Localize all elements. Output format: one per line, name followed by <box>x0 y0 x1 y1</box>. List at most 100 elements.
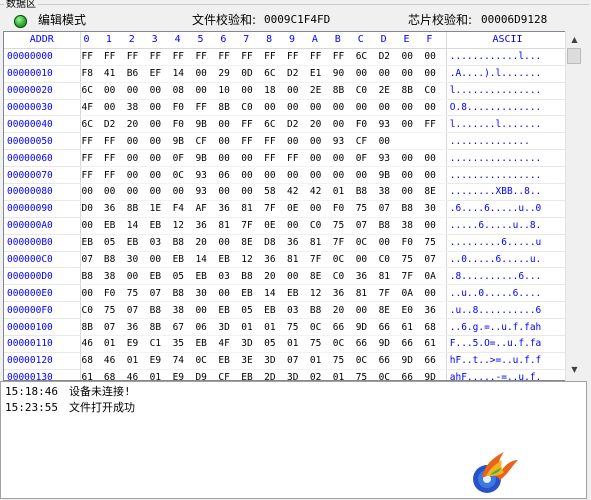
up-arrow-icon[interactable]: ▲ <box>566 31 583 48</box>
row-address[interactable]: 00000130 <box>4 369 81 380</box>
byte-cell[interactable]: 12 <box>308 284 332 303</box>
byte-cell[interactable]: C0 <box>80 301 103 320</box>
byte-cell[interactable]: 8E <box>240 234 264 252</box>
ascii-cell[interactable]: ..0.....6.....u. <box>445 251 569 269</box>
byte-cell[interactable]: 07 <box>148 284 172 303</box>
byte-cell[interactable]: 75 <box>354 369 378 380</box>
byte-cell[interactable]: 00 <box>217 183 241 201</box>
byte-cell[interactable]: 46 <box>80 335 103 353</box>
byte-cell[interactable]: F8 <box>80 65 103 83</box>
byte-cell[interactable]: FF <box>148 48 172 66</box>
byte-cell[interactable]: 7F <box>331 234 355 252</box>
byte-cell[interactable]: 46 <box>125 369 149 380</box>
byte-cell[interactable]: 68 <box>102 369 126 380</box>
byte-cell[interactable]: 61 <box>423 335 447 353</box>
byte-cell[interactable]: 9D <box>354 318 378 337</box>
row-address[interactable]: 00000060 <box>4 149 81 168</box>
byte-cell[interactable]: 00 <box>354 65 378 83</box>
byte-cell[interactable]: FF <box>102 166 126 185</box>
byte-cell[interactable]: 4F <box>80 99 103 117</box>
byte-cell[interactable]: 05 <box>263 335 287 353</box>
byte-cell[interactable]: 81 <box>308 234 332 252</box>
byte-cell[interactable]: 10 <box>217 82 241 100</box>
byte-cell[interactable]: E9 <box>125 335 149 353</box>
byte-cell[interactable]: CF <box>217 369 241 380</box>
byte-cell[interactable]: 01 <box>102 335 126 353</box>
byte-cell[interactable] <box>423 132 447 151</box>
byte-cell[interactable]: 81 <box>217 217 241 235</box>
byte-cell[interactable]: 00 <box>400 166 424 185</box>
byte-cell[interactable]: 36 <box>331 284 355 303</box>
byte-cell[interactable]: B6 <box>125 65 149 83</box>
hex-editor-grid[interactable]: ADDR 0 1 2 3 4 5 6 7 8 9 A B C D E F ASCII 00000000 FF FF FF… <box>3 31 570 381</box>
byte-cell[interactable]: 00 <box>286 82 309 100</box>
byte-cell[interactable]: 01 <box>240 318 264 337</box>
byte-cell[interactable]: 00 <box>217 115 241 134</box>
byte-cell[interactable]: 3D <box>240 335 264 353</box>
byte-cell[interactable]: 81 <box>354 284 378 303</box>
byte-cell[interactable]: 66 <box>354 335 378 353</box>
ascii-cell[interactable]: ................ <box>445 166 569 185</box>
byte-cell[interactable]: 8E <box>377 301 401 320</box>
byte-cell[interactable]: 7F <box>308 251 332 269</box>
byte-cell[interactable]: 0E <box>286 200 309 218</box>
byte-cell[interactable]: D2 <box>286 65 309 83</box>
byte-cell[interactable]: 36 <box>286 234 309 252</box>
byte-cell[interactable]: 93 <box>194 183 218 201</box>
byte-cell[interactable]: 01 <box>308 352 332 370</box>
byte-cell[interactable]: 00 <box>400 115 424 134</box>
byte-cell[interactable]: C1 <box>148 335 172 353</box>
byte-cell[interactable]: FF <box>286 149 309 168</box>
byte-cell[interactable]: 29 <box>217 65 241 83</box>
byte-cell[interactable]: 07 <box>125 301 149 320</box>
byte-cell[interactable]: 75 <box>400 251 424 269</box>
byte-cell[interactable]: EB <box>217 352 241 370</box>
row-address[interactable]: 00000100 <box>4 318 81 337</box>
ascii-cell[interactable]: .6....6.....u..0 <box>445 200 569 218</box>
byte-cell[interactable]: 2E <box>308 82 332 100</box>
byte-cell[interactable]: FF <box>217 48 241 66</box>
byte-cell[interactable]: 81 <box>240 200 264 218</box>
byte-cell[interactable]: 00 <box>148 251 172 269</box>
byte-cell[interactable]: 0C <box>194 352 218 370</box>
byte-cell[interactable]: 7F <box>263 200 287 218</box>
byte-cell[interactable]: 00 <box>308 99 332 117</box>
byte-cell[interactable]: C0 <box>331 267 355 286</box>
byte-cell[interactable]: 07 <box>286 352 309 370</box>
byte-cell[interactable]: FF <box>263 149 287 168</box>
byte-cell[interactable]: EB <box>240 284 264 303</box>
byte-cell[interactable]: 36 <box>125 318 149 337</box>
byte-cell[interactable]: FF <box>286 48 309 66</box>
byte-cell[interactable]: 35 <box>171 335 195 353</box>
byte-cell[interactable]: 00 <box>423 48 447 66</box>
byte-cell[interactable]: 74 <box>171 352 195 370</box>
byte-cell[interactable]: 7F <box>400 267 424 286</box>
byte-cell[interactable]: B8 <box>240 267 264 286</box>
byte-cell[interactable]: 00 <box>80 284 103 303</box>
ascii-cell[interactable]: ................ <box>445 149 569 168</box>
byte-cell[interactable]: 00 <box>148 183 172 201</box>
byte-cell[interactable]: 81 <box>286 251 309 269</box>
byte-cell[interactable]: 8B <box>217 99 241 117</box>
byte-cell[interactable]: 01 <box>331 369 355 380</box>
byte-cell[interactable]: CF <box>354 132 378 151</box>
byte-cell[interactable]: 00 <box>308 132 332 151</box>
row-address[interactable]: 00000120 <box>4 352 81 370</box>
byte-cell[interactable]: 30 <box>423 200 447 218</box>
byte-cell[interactable]: 00 <box>240 82 264 100</box>
byte-cell[interactable]: 42 <box>286 183 309 201</box>
byte-cell[interactable]: 4F <box>217 335 241 353</box>
byte-cell[interactable]: 75 <box>423 234 447 252</box>
byte-cell[interactable]: E0 <box>400 301 424 320</box>
byte-cell[interactable]: 07 <box>423 251 447 269</box>
byte-cell[interactable]: D2 <box>102 115 126 134</box>
byte-cell[interactable]: C0 <box>377 251 401 269</box>
byte-cell[interactable]: 08 <box>171 82 195 100</box>
byte-cell[interactable]: 00 <box>80 217 103 235</box>
byte-cell[interactable]: 02 <box>308 369 332 380</box>
ascii-cell[interactable]: l............... <box>445 82 569 100</box>
ascii-cell[interactable]: ahF.....-=..u.f. <box>445 369 569 380</box>
byte-cell[interactable]: EB <box>217 301 241 320</box>
byte-cell[interactable]: 05 <box>171 267 195 286</box>
byte-cell[interactable]: 00 <box>240 166 264 185</box>
